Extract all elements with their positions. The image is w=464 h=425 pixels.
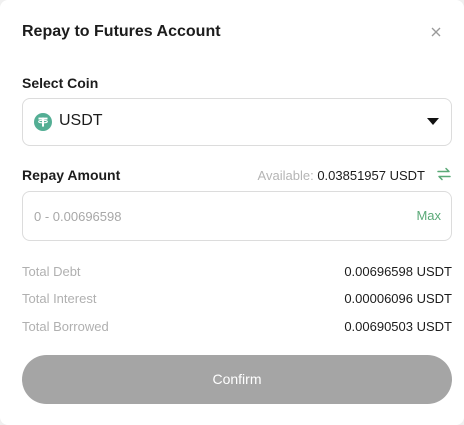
total-interest-value: 0.00006096 USDT bbox=[344, 291, 452, 306]
available-balance: Available: 0.03851957 USDT bbox=[258, 168, 425, 183]
dialog-title: Repay to Futures Account bbox=[22, 23, 221, 40]
total-debt-label: Total Debt bbox=[22, 264, 81, 279]
confirm-button[interactable]: Confirm bbox=[22, 355, 452, 404]
available-value: 0.03851957 USDT bbox=[317, 168, 425, 183]
select-coin-label: Select Coin bbox=[22, 75, 99, 91]
repay-dialog: Repay to Futures Account Select Coin USD… bbox=[0, 0, 464, 425]
repay-amount-input[interactable] bbox=[34, 206, 364, 226]
caret-down-icon bbox=[427, 118, 439, 125]
total-borrowed-label: Total Borrowed bbox=[22, 319, 109, 334]
total-interest-label: Total Interest bbox=[22, 291, 97, 306]
total-debt-value: 0.00696598 USDT bbox=[344, 264, 452, 279]
usdt-coin-icon bbox=[34, 113, 52, 131]
coin-select-dropdown[interactable]: USDT bbox=[22, 98, 452, 146]
close-icon[interactable] bbox=[426, 22, 446, 42]
repay-amount-label: Repay Amount bbox=[22, 167, 121, 183]
available-label: Available: bbox=[257, 168, 314, 183]
total-borrowed-value: 0.00690503 USDT bbox=[344, 319, 452, 334]
swap-arrows-icon[interactable] bbox=[436, 166, 452, 182]
max-button[interactable]: Max bbox=[416, 208, 441, 223]
selected-coin-value: USDT bbox=[59, 112, 103, 129]
repay-amount-field: Max bbox=[22, 191, 452, 241]
